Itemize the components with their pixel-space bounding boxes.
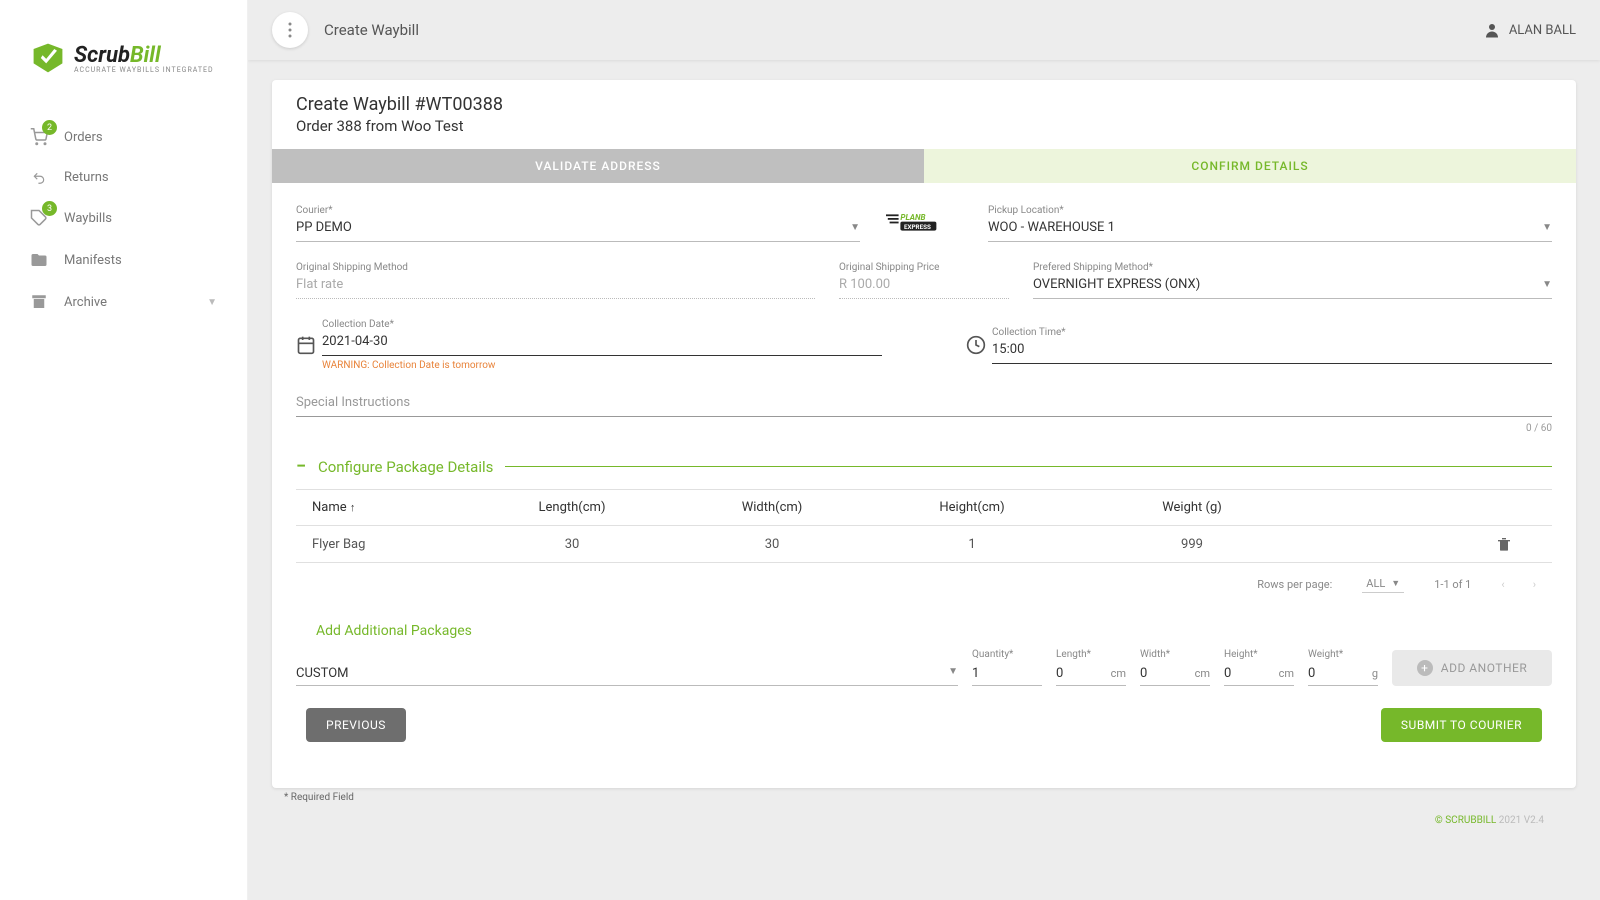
step-validate-address[interactable]: VALIDATE ADDRESS: [272, 149, 924, 183]
width-label: Width*: [1140, 649, 1210, 660]
coll-date-input[interactable]: 2021-04-30: [322, 330, 882, 356]
orig-method-label: Original Shipping Method: [296, 262, 815, 273]
add-packages-title: Add Additional Packages: [316, 623, 1552, 639]
pagination-range: 1-1 of 1: [1434, 578, 1471, 591]
col-height-header[interactable]: Height(cm): [872, 500, 1072, 515]
trash-icon: [1496, 536, 1512, 552]
sidebar-item-returns[interactable]: Returns: [0, 158, 247, 197]
nav-label: Returns: [64, 170, 109, 185]
logo-icon: [30, 40, 66, 76]
col-length-header[interactable]: Length(cm): [472, 500, 672, 515]
chevron-down-icon: ▼: [207, 297, 217, 308]
qty-input[interactable]: 1: [972, 662, 1042, 686]
col-weight-header[interactable]: Weight (g): [1072, 500, 1312, 515]
coll-date-label: Collection Date*: [322, 319, 882, 330]
rows-per-page-label: Rows per page:: [1257, 578, 1332, 591]
cell-length: 30: [472, 537, 672, 552]
nav-label: Waybills: [64, 211, 112, 226]
collapse-icon[interactable]: −: [296, 456, 306, 477]
chevron-down-icon: ▼: [948, 666, 958, 681]
sidebar-item-waybills[interactable]: 3 Waybills: [0, 197, 247, 239]
weight-label: Weight*: [1308, 649, 1378, 660]
nav-label: Archive: [64, 295, 107, 310]
return-icon: [30, 171, 50, 185]
waybills-badge: 3: [42, 201, 57, 216]
pickup-label: Pickup Location*: [988, 205, 1552, 216]
user-menu[interactable]: ALAN BALL: [1483, 21, 1576, 39]
prev-page-button[interactable]: ‹: [1501, 578, 1504, 591]
length-label: Length*: [1056, 649, 1126, 660]
sidebar: ScrubBill ACCURATE WAYBILLS INTEGRATED 2…: [0, 0, 248, 900]
width-input[interactable]: 0cm: [1140, 662, 1210, 686]
cell-width: 30: [672, 537, 872, 552]
coll-time-label: Collection Time*: [992, 327, 1552, 338]
special-instructions-input[interactable]: Special Instructions: [296, 391, 1552, 417]
next-page-button[interactable]: ›: [1533, 578, 1536, 591]
cell-height: 1: [872, 537, 1072, 552]
svg-text:PLANB: PLANB: [900, 212, 925, 222]
more-button[interactable]: [272, 12, 308, 48]
sidebar-item-archive[interactable]: Archive ▼: [0, 281, 247, 323]
orig-method-value: Flat rate: [296, 273, 815, 299]
height-label: Height*: [1224, 649, 1294, 660]
orders-badge: 2: [42, 120, 57, 135]
pref-method-select[interactable]: OVERNIGHT EXPRESS (ONX)▼: [1033, 273, 1552, 299]
weight-input[interactable]: 0g: [1308, 662, 1378, 686]
page-title: Create Waybill: [324, 21, 419, 39]
previous-button[interactable]: PREVIOUS: [306, 708, 406, 742]
chevron-down-icon: ▼: [850, 222, 860, 233]
submit-button[interactable]: SUBMIT TO COURIER: [1381, 708, 1542, 742]
calendar-icon: [296, 335, 316, 355]
coll-time-input[interactable]: 15:00: [992, 338, 1552, 364]
archive-icon: [30, 293, 50, 311]
nav-label: Manifests: [64, 253, 122, 268]
chevron-down-icon: ▼: [1542, 279, 1552, 290]
waybill-title: Create Waybill #WT00388: [296, 94, 1552, 115]
orig-price-label: Original Shipping Price: [839, 262, 1009, 273]
folder-icon: [30, 251, 50, 269]
user-icon: [1483, 21, 1501, 39]
user-name: ALAN BALL: [1509, 23, 1576, 38]
waybill-subtitle: Order 388 from Woo Test: [296, 117, 1552, 135]
svg-text:EXPRESS: EXPRESS: [904, 223, 931, 231]
clock-icon: [966, 335, 986, 355]
rows-per-page-select[interactable]: ALL▼: [1362, 575, 1404, 593]
add-another-button[interactable]: +ADD ANOTHER: [1392, 650, 1552, 686]
qty-label: Quantity*: [972, 649, 1042, 660]
coll-date-warning: WARNING: Collection Date is tomorrow: [322, 356, 882, 371]
topbar: Create Waybill ALAN BALL: [248, 0, 1600, 60]
footer: © SCRUBBILL 2021 V2.4: [272, 807, 1576, 826]
length-input[interactable]: 0cm: [1056, 662, 1126, 686]
courier-select[interactable]: PP DEMO▼: [296, 216, 860, 242]
pickup-select[interactable]: WOO - WAREHOUSE 1▼: [988, 216, 1552, 242]
sort-asc-icon: ↑: [350, 501, 356, 514]
col-name-header[interactable]: Name ↑: [312, 500, 472, 515]
courier-logo: PLANBEXPRESS: [886, 209, 940, 232]
sidebar-item-orders[interactable]: 2 Orders: [0, 116, 247, 158]
config-section-title: Configure Package Details: [318, 458, 493, 476]
nav-label: Orders: [64, 130, 103, 145]
table-row: Flyer Bag 30 30 1 999: [296, 526, 1552, 563]
pref-method-label: Prefered Shipping Method*: [1033, 262, 1552, 273]
chevron-down-icon: ▼: [1391, 578, 1400, 589]
step-confirm-details[interactable]: CONFIRM DETAILS: [924, 149, 1576, 183]
required-field-note: * Required Field: [272, 788, 1576, 807]
plus-icon: +: [1417, 660, 1433, 676]
sidebar-item-manifests[interactable]: Manifests: [0, 239, 247, 281]
cell-weight: 999: [1072, 537, 1312, 552]
logo: ScrubBill ACCURATE WAYBILLS INTEGRATED: [0, 0, 247, 96]
dots-vertical-icon: [288, 22, 292, 38]
chevron-down-icon: ▼: [1542, 222, 1552, 233]
orig-price-value: R 100.00: [839, 273, 1009, 299]
instructions-counter: 0 / 60: [296, 423, 1552, 434]
package-type-select[interactable]: CUSTOM▼: [296, 662, 958, 686]
delete-row-button[interactable]: [1496, 536, 1536, 552]
courier-label: Courier*: [296, 205, 860, 216]
height-input[interactable]: 0cm: [1224, 662, 1294, 686]
col-width-header[interactable]: Width(cm): [672, 500, 872, 515]
cell-name: Flyer Bag: [312, 537, 472, 552]
